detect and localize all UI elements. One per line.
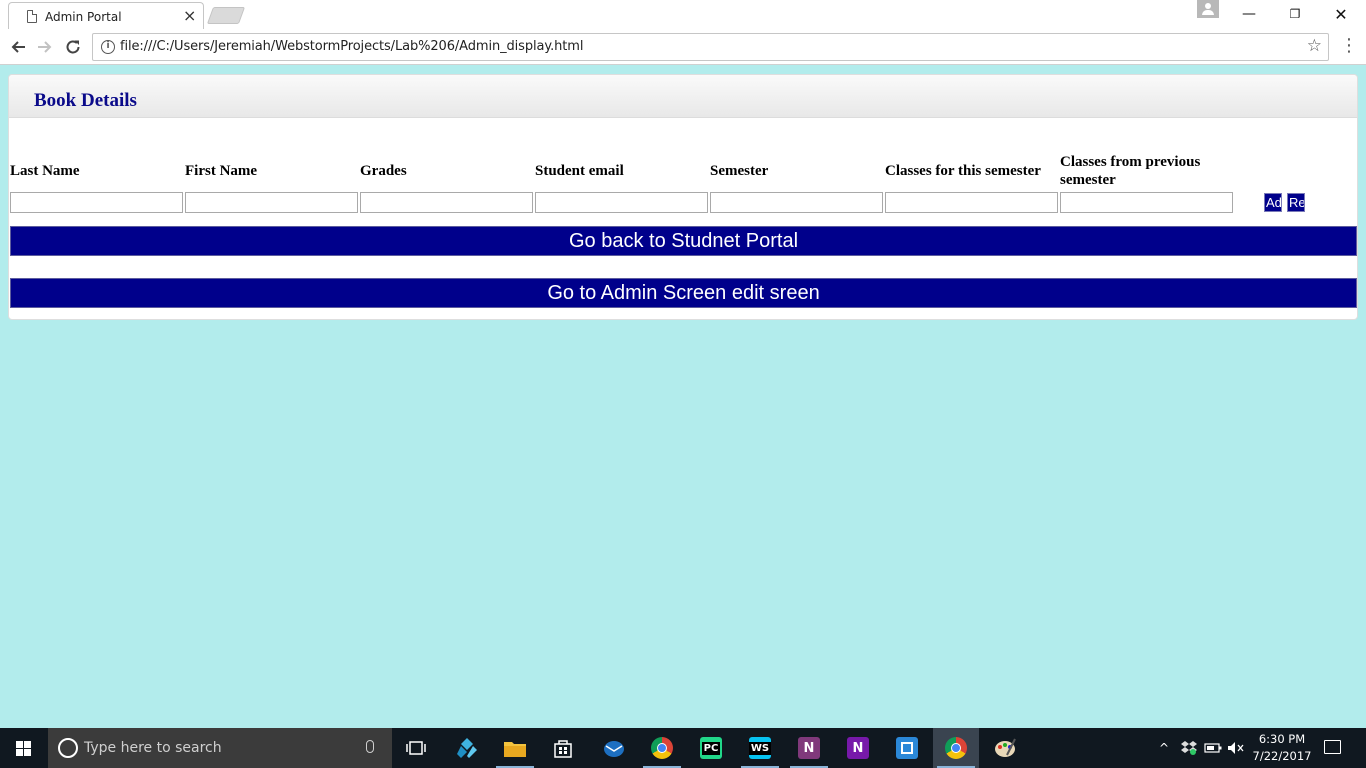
remote-desktop-icon[interactable] (884, 728, 930, 768)
url-text[interactable]: file:///C:/Users/Jeremiah/WebstormProjec… (120, 39, 583, 54)
forward-arrow-icon[interactable] (33, 35, 57, 59)
tab-title: Admin Portal (45, 10, 122, 24)
reload-icon[interactable] (61, 35, 85, 59)
file-explorer-icon[interactable] (492, 728, 538, 768)
student-email-input[interactable] (535, 192, 708, 213)
pycharm-icon[interactable]: PC (688, 728, 734, 768)
admin-edit-screen-button[interactable]: Go to Admin Screen edit sreen (10, 278, 1357, 308)
chrome-active-icon[interactable] (933, 728, 979, 768)
microphone-icon[interactable] (366, 740, 374, 753)
browser-toolbar: i file:///C:/Users/Jeremiah/WebstormProj… (0, 29, 1366, 65)
clock-time: 6:30 PM (1258, 732, 1306, 746)
browser-title-bar: Admin Portal × — ❐ ✕ (0, 0, 1366, 30)
grades-input[interactable] (360, 192, 533, 213)
paint-icon[interactable] (982, 728, 1028, 768)
column-header-student-email: Student email (535, 163, 624, 179)
chevron-up-icon[interactable]: ^ (1154, 728, 1174, 768)
windows-taskbar: Type here to search PC WS N N ^ 6:30 PM … (0, 728, 1366, 768)
info-icon[interactable]: i (101, 40, 115, 54)
add-button[interactable]: Add (1264, 193, 1282, 212)
browser-tab[interactable]: Admin Portal × (8, 2, 204, 30)
dropbox-icon[interactable] (1178, 728, 1200, 768)
store-icon[interactable] (540, 728, 586, 768)
close-window-button[interactable]: ✕ (1318, 0, 1364, 28)
start-button[interactable] (0, 728, 48, 768)
panel-heading: Book Details (9, 75, 1357, 118)
remove-button[interactable]: Remove (1287, 193, 1305, 212)
semester-input[interactable] (710, 192, 883, 213)
clock-date: 7/22/2017 (1252, 749, 1312, 763)
cortana-icon (58, 738, 78, 758)
last-name-input[interactable] (10, 192, 183, 213)
task-view-icon[interactable] (393, 728, 439, 768)
back-arrow-icon[interactable] (6, 35, 30, 59)
back-to-student-portal-button[interactable]: Go back to Studnet Portal (10, 226, 1357, 256)
classes-this-semester-input[interactable] (885, 192, 1058, 213)
chrome-icon[interactable] (639, 728, 685, 768)
column-header-last-name: Last Name (10, 163, 80, 179)
minimize-button[interactable]: — (1226, 0, 1272, 28)
taskbar-search-box[interactable]: Type here to search (48, 728, 392, 768)
webstorm-icon[interactable]: WS (737, 728, 783, 768)
panel-title: Book Details (34, 90, 137, 111)
profile-icon[interactable] (1197, 0, 1219, 18)
star-icon[interactable]: ☆ (1307, 36, 1322, 56)
kebab-menu-icon[interactable]: ⋮ (1340, 35, 1358, 59)
windows-logo-icon (16, 741, 32, 756)
kodi-icon[interactable] (444, 728, 490, 768)
thunderbird-icon[interactable] (591, 728, 637, 768)
onenote-2016-icon[interactable]: N (835, 728, 881, 768)
classes-previous-semester-input[interactable] (1060, 192, 1233, 213)
search-placeholder: Type here to search (84, 740, 222, 756)
taskbar-clock[interactable]: 6:30 PM 7/22/2017 (1252, 731, 1312, 765)
battery-icon[interactable] (1203, 728, 1223, 768)
column-header-semester: Semester (710, 163, 769, 179)
new-tab-button[interactable] (206, 7, 246, 24)
onenote-icon[interactable]: N (786, 728, 832, 768)
document-icon (27, 10, 37, 23)
column-header-classes-previous-semester: Classes from previous semester (1060, 154, 1201, 188)
tab-close-icon[interactable]: × (183, 6, 196, 25)
notifications-icon[interactable] (1324, 740, 1341, 754)
column-header-first-name: First Name (185, 163, 258, 179)
column-header-classes-this-semester: Classes for this semester (885, 163, 1041, 179)
column-header-grades: Grades (360, 163, 407, 179)
restore-button[interactable]: ❐ (1272, 0, 1318, 28)
address-bar[interactable]: i file:///C:/Users/Jeremiah/WebstormProj… (92, 33, 1329, 61)
first-name-input[interactable] (185, 192, 358, 213)
volume-muted-icon[interactable] (1226, 728, 1246, 768)
